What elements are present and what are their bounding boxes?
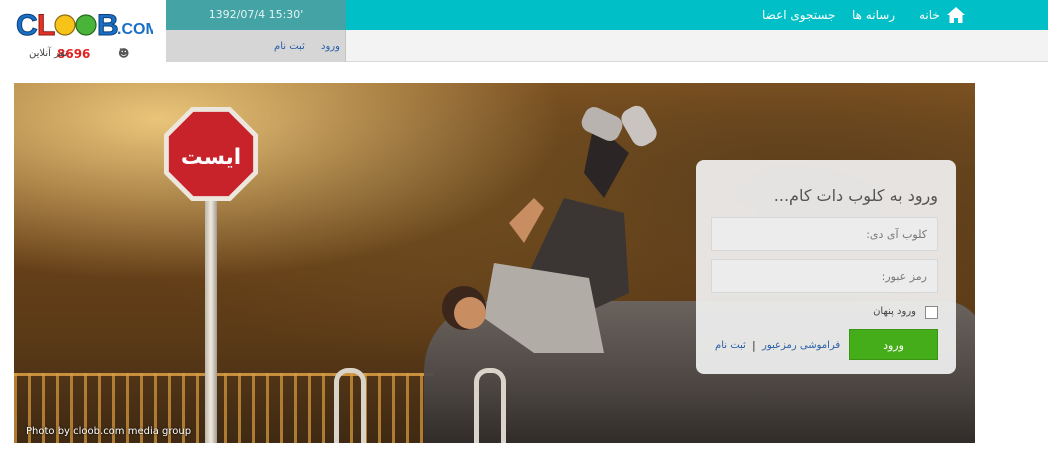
nav-media[interactable]: رسانه ها [852, 0, 895, 30]
stop-sign: ایست [163, 106, 259, 202]
stop-sign-text: ایست [181, 145, 241, 170]
club-id-input[interactable] [711, 217, 938, 251]
parkour-person [442, 105, 657, 353]
auth-links: ثبت نام ورود [166, 30, 346, 62]
password-input[interactable] [711, 259, 938, 293]
hidden-login-label: ورود پنهان [873, 306, 916, 317]
login-panel: ورود به کلوب دات کام... ورود پنهان ورود … [696, 160, 956, 374]
date-time: 1392/07/4 15:30' [166, 0, 346, 30]
users-online-icon: ☻ٔ [118, 47, 130, 60]
logo-area: C L B .COM 8696 نفر آنلاین ☻ٔ [0, 0, 166, 62]
top-bar: C L B .COM 8696 نفر آنلاین ☻ٔ 1392/07/4 … [0, 0, 1048, 62]
signup-link[interactable]: ثبت نام [274, 41, 305, 52]
svg-text:B: B [97, 9, 119, 42]
nav-home[interactable]: خانه [919, 0, 940, 30]
nav-search-members[interactable]: جستجوی اعضا [762, 0, 835, 30]
sign-pole [205, 193, 217, 443]
login-link[interactable]: ورود [321, 41, 340, 52]
forgot-password-link[interactable]: فراموشی رمزعبور [762, 340, 840, 351]
railing [334, 368, 366, 443]
photo-credit: Photo by cloob.com media group [26, 426, 192, 437]
online-label: نفر آنلاین [29, 48, 68, 59]
home-icon[interactable] [946, 6, 966, 24]
hidden-login-checkbox[interactable] [925, 306, 938, 319]
svg-text:C: C [16, 9, 38, 42]
sub-bar [346, 30, 1048, 62]
link-separator: | [752, 339, 756, 352]
nav-bar [346, 0, 1048, 30]
signup-link-panel[interactable]: ثبت نام [715, 340, 746, 351]
svg-text:L: L [37, 9, 55, 42]
login-button[interactable]: ورود [849, 329, 938, 360]
cloob-logo[interactable]: C L B .COM [13, 4, 154, 44]
login-title: ورود به کلوب دات کام... [773, 186, 938, 205]
railing [474, 368, 506, 443]
svg-text:.COM: .COM [117, 21, 153, 38]
